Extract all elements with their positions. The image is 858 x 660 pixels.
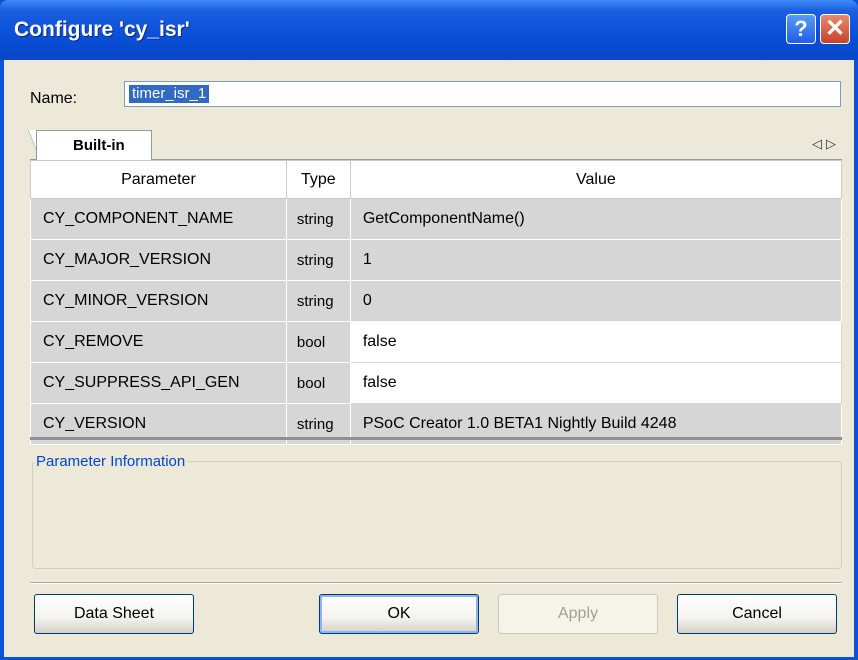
value-cell: GetComponentName()	[349, 198, 843, 240]
column-header-parameter[interactable]: Parameter	[30, 160, 287, 199]
value-cell: 1	[349, 239, 843, 281]
table-row[interactable]: CY_COMPONENT_NAME string GetComponentNam…	[30, 198, 843, 240]
column-header-type[interactable]: Type	[285, 160, 351, 199]
parameter-table: Parameter Type Value CY_COMPONENT_NAME s…	[30, 160, 843, 445]
type-cell: string	[285, 198, 351, 240]
help-button[interactable]: ?	[786, 14, 816, 44]
parameter-cell: CY_REMOVE	[30, 321, 287, 363]
arrow-left-icon[interactable]: ◁	[812, 136, 826, 151]
title-bar[interactable]: Configure 'cy_isr' ? ✕	[0, 0, 858, 60]
table-bottom-border	[30, 437, 842, 440]
value-cell-editable[interactable]: false	[349, 362, 843, 404]
table-row[interactable]: CY_REMOVE bool false	[30, 321, 843, 363]
parameter-cell: CY_MINOR_VERSION	[30, 280, 287, 322]
type-cell: bool	[285, 321, 351, 363]
table-header-row: Parameter Type Value	[30, 160, 843, 199]
arrow-right-icon[interactable]: ▷	[826, 136, 840, 151]
parameter-cell: CY_COMPONENT_NAME	[30, 198, 287, 240]
cancel-button[interactable]: Cancel	[677, 594, 837, 634]
value-cell-editable[interactable]: false	[349, 321, 843, 363]
type-cell: string	[285, 280, 351, 322]
help-icon: ?	[794, 16, 808, 41]
tab-scroll-arrows[interactable]: ◁▷	[812, 136, 840, 152]
table-row[interactable]: CY_MINOR_VERSION string 0	[30, 280, 843, 322]
name-label: Name:	[30, 90, 78, 107]
parameter-cell: CY_MAJOR_VERSION	[30, 239, 287, 281]
window-title: Configure 'cy_isr'	[14, 18, 190, 41]
configure-dialog: Configure 'cy_isr' ? ✕ Name: timer_isr_1…	[0, 0, 858, 660]
table-row[interactable]: CY_SUPPRESS_API_GEN bool false	[30, 362, 843, 404]
parameter-information-label: Parameter Information	[34, 453, 188, 470]
ok-button[interactable]: OK	[319, 594, 479, 634]
button-separator	[30, 582, 842, 584]
value-cell: 0	[349, 280, 843, 322]
parameter-cell: CY_SUPPRESS_API_GEN	[30, 362, 287, 404]
type-cell: string	[285, 239, 351, 281]
name-input[interactable]: timer_isr_1	[124, 81, 841, 107]
name-input-value: timer_isr_1	[129, 85, 210, 103]
parameter-information-group	[32, 461, 842, 569]
close-button[interactable]: ✕	[820, 14, 850, 44]
close-icon: ✕	[824, 15, 846, 42]
tab-built-in-label: Built-in	[73, 137, 125, 154]
apply-button[interactable]: Apply	[498, 594, 658, 634]
type-cell: bool	[285, 362, 351, 404]
table-row[interactable]: CY_MAJOR_VERSION string 1	[30, 239, 843, 281]
data-sheet-button[interactable]: Data Sheet	[34, 594, 194, 634]
column-header-value[interactable]: Value	[349, 160, 843, 199]
